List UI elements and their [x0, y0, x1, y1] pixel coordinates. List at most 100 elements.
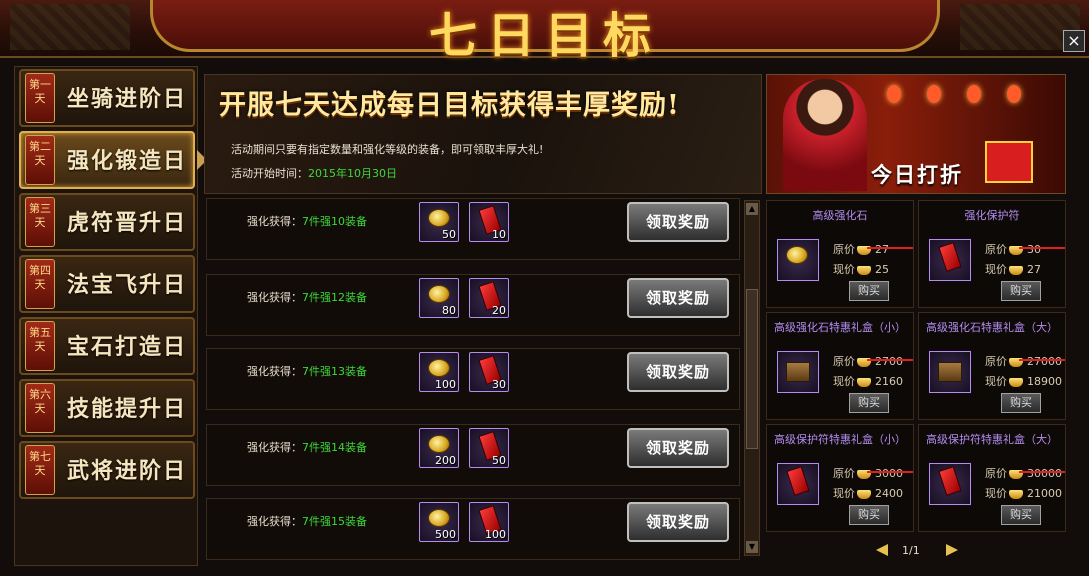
now-label: 现价	[833, 487, 855, 500]
price-strikethrough	[1019, 471, 1065, 473]
lantern-icon	[927, 85, 941, 103]
reward-protect-charm[interactable]: 50	[469, 428, 509, 468]
nav-item-label: 坐骑进阶日	[67, 86, 188, 112]
reward-enhance-stone[interactable]: 50	[419, 202, 459, 242]
original-price: 原价 27	[833, 241, 913, 257]
nav-item-label: 强化锻造日	[67, 148, 188, 174]
task-row: 强化获得：7件强15装备 500 100 领取奖励	[206, 498, 740, 560]
shop-item-icon-slot[interactable]	[777, 463, 819, 505]
orig-label: 原价	[985, 243, 1007, 256]
lantern-icon	[887, 85, 901, 103]
day-nav: 第一天 坐骑进阶日 第二天 强化锻造日 第三天 虎符晋升日 第四天 法宝飞升日 …	[14, 66, 198, 566]
task-prefix: 强化获得：	[247, 215, 302, 228]
shop-item-icon-slot[interactable]	[929, 239, 971, 281]
scrollbar-thumb[interactable]	[746, 289, 758, 449]
reward-count: 50	[492, 454, 506, 467]
now-price-value: 2160	[875, 375, 903, 388]
orig-price-value: 3000	[875, 467, 903, 480]
now-label: 现价	[833, 263, 855, 276]
nav-item-day1[interactable]: 第一天 坐骑进阶日	[19, 69, 195, 127]
reward-count: 10	[492, 228, 506, 241]
buy-button[interactable]: 购买	[1001, 281, 1041, 301]
daily-discount-banner[interactable]: 今日打折	[766, 74, 1066, 194]
buy-button[interactable]: 购买	[849, 281, 889, 301]
reward-protect-charm[interactable]: 10	[469, 202, 509, 242]
header-bar: 七日目标 ×	[0, 0, 1089, 64]
now-price-value: 18900	[1027, 375, 1062, 388]
buy-button[interactable]: 购买	[849, 505, 889, 525]
shop-item-card: 强化保护符 原价 30 现价 27 购买	[918, 200, 1066, 308]
shop-item-icon-slot[interactable]	[929, 463, 971, 505]
scroll-down-icon[interactable]: ▼	[746, 541, 758, 553]
task-prefix: 强化获得：	[247, 365, 302, 378]
now-label: 现价	[985, 263, 1007, 276]
reward-protect-charm[interactable]: 30	[469, 352, 509, 392]
promo-label: 今日打折	[871, 162, 963, 187]
nav-item-day5[interactable]: 第五天 宝石打造日	[19, 317, 195, 375]
buy-button[interactable]: 购买	[849, 393, 889, 413]
reward-enhance-stone[interactable]: 100	[419, 352, 459, 392]
enhance-stone-icon	[428, 509, 450, 527]
buy-button[interactable]: 购买	[1001, 393, 1041, 413]
original-price: 原价 30000	[985, 465, 1065, 481]
reward-enhance-stone[interactable]: 80	[419, 278, 459, 318]
page-indicator: 1/1	[902, 544, 920, 557]
claim-reward-button[interactable]: 领取奖励	[627, 502, 729, 542]
nav-item-day4[interactable]: 第四天 法宝飞升日	[19, 255, 195, 313]
nav-item-day6[interactable]: 第六天 技能提升日	[19, 379, 195, 437]
orig-label: 原价	[985, 355, 1007, 368]
task-prefix: 强化获得：	[247, 291, 302, 304]
banner-date-row: 活动开始时间：2015年10月30日	[231, 165, 397, 181]
orig-price-value: 30000	[1027, 467, 1062, 480]
reward-protect-charm[interactable]: 20	[469, 278, 509, 318]
claim-reward-button[interactable]: 领取奖励	[627, 278, 729, 318]
scroll-up-icon[interactable]: ▲	[746, 203, 758, 215]
original-price: 原价 3000	[833, 465, 913, 481]
reward-count: 80	[442, 304, 456, 317]
discount-shop: 高级强化石 原价 27 现价 25 购买 强化保护符 原价 30 现价 27 购买 高级…	[766, 198, 1068, 538]
buy-button[interactable]: 购买	[1001, 505, 1041, 525]
task-prefix: 强化获得：	[247, 515, 302, 528]
task-row: 强化获得：7件强13装备 100 30 领取奖励	[206, 348, 740, 410]
reward-count: 20	[492, 304, 506, 317]
nav-item-day3[interactable]: 第三天 虎符晋升日	[19, 193, 195, 251]
reward-count: 200	[435, 454, 456, 467]
gift-box-icon	[985, 141, 1033, 183]
claim-reward-button[interactable]: 领取奖励	[627, 202, 729, 242]
task-condition: 7件强13装备	[302, 365, 367, 378]
close-button[interactable]: ×	[1063, 30, 1085, 52]
banner-description: 活动期间只要有指定数量和强化等级的装备，即可领取丰厚大礼!	[231, 143, 544, 156]
enhance-stone-icon	[428, 209, 450, 227]
treasure-chest-icon	[938, 362, 962, 382]
task-list-scrollbar[interactable]: ▲ ▼	[744, 200, 760, 556]
shop-item-card: 高级强化石特惠礼盒（大） 原价 27000 现价 18900 购买	[918, 312, 1066, 420]
reward-enhance-stone[interactable]: 200	[419, 428, 459, 468]
orig-price-value: 30	[1027, 243, 1041, 256]
shop-item-icon-slot[interactable]	[777, 239, 819, 281]
reward-protect-charm[interactable]: 100	[469, 502, 509, 542]
nav-item-day2[interactable]: 第二天 强化锻造日	[19, 131, 195, 189]
claim-reward-button[interactable]: 领取奖励	[627, 352, 729, 392]
banner-headline: 开服七天达成每日目标获得丰厚奖励!	[219, 90, 680, 121]
day-badge: 第四天	[25, 259, 55, 309]
nav-item-day7[interactable]: 第七天 武将进阶日	[19, 441, 195, 499]
claim-reward-button[interactable]: 领取奖励	[627, 428, 729, 468]
lantern-icon	[967, 85, 981, 103]
treasure-chest-icon	[786, 362, 810, 382]
nav-item-label: 宝石打造日	[67, 334, 188, 360]
next-page-icon[interactable]	[946, 544, 958, 556]
shop-item-icon-slot[interactable]	[929, 351, 971, 393]
shop-item-name: 高级强化石特惠礼盒（大）	[926, 321, 1058, 334]
reward-enhance-stone[interactable]: 500	[419, 502, 459, 542]
current-price: 现价 21000	[985, 485, 1062, 501]
nav-item-label: 法宝飞升日	[67, 272, 188, 298]
shop-item-icon-slot[interactable]	[777, 351, 819, 393]
gold-ingot-icon	[1009, 489, 1023, 499]
enhance-stone-icon	[428, 285, 450, 303]
task-condition: 7件强12装备	[302, 291, 367, 304]
price-strikethrough	[1019, 247, 1065, 249]
task-list: 强化获得：7件强10装备 50 10 领取奖励 强化获得：7件强12装备 80 …	[204, 198, 742, 568]
prev-page-icon[interactable]	[876, 544, 888, 556]
enhance-stone-icon	[428, 359, 450, 377]
reward-count: 500	[435, 528, 456, 541]
